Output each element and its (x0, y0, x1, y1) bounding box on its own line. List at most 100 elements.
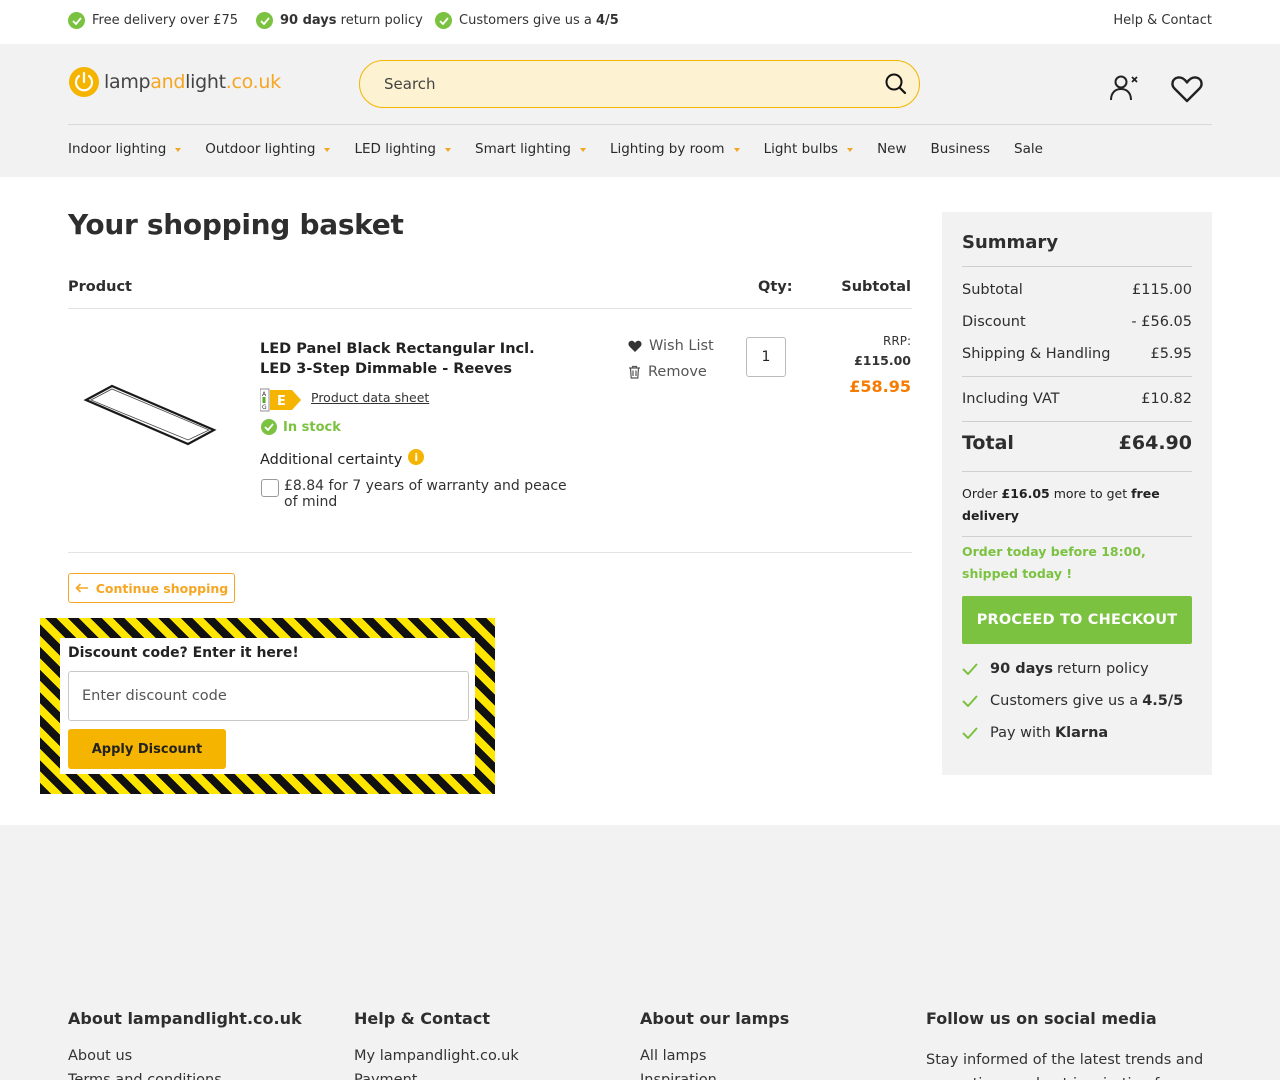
rrp-price: £115.00 (854, 353, 911, 368)
summary-title: Summary (962, 232, 1059, 253)
arrow-left-icon (75, 583, 88, 593)
summary-discount: Discount - £56.05 (962, 314, 1192, 330)
summary-divider (962, 266, 1192, 267)
footer-link-inspiration[interactable]: Inspiration (640, 1072, 717, 1080)
footer-link-about-us[interactable]: About us (68, 1048, 132, 1064)
nav-item-business[interactable]: Business (931, 141, 991, 157)
footer-social-text: Stay informed of the latest trends and p… (926, 1052, 1211, 1080)
help-contact-link[interactable]: Help & Contact (1113, 13, 1212, 28)
product-datasheet-link[interactable]: Product data sheet (311, 390, 429, 405)
chevron-down-icon (324, 148, 331, 152)
footer-col-social-title: Follow us on social media (926, 1009, 1157, 1028)
summary-divider (962, 376, 1192, 377)
logo[interactable]: lampandlight.co.uk (68, 66, 281, 98)
shipping-cutoff-note: Order today before 18:00, shipped today … (962, 544, 1146, 581)
nav-item-new[interactable]: New (877, 141, 906, 157)
header-divider (68, 124, 1212, 125)
main-nav: Indoor lighting Outdoor lighting LED lig… (68, 141, 1067, 157)
logo-power-icon (69, 67, 99, 97)
check-icon (962, 663, 978, 675)
summary-vat: Including VAT £10.82 (962, 391, 1192, 407)
stock-status: In stock (261, 419, 341, 435)
check-icon (261, 419, 277, 435)
usp-returns: 90 days return policy (256, 12, 423, 29)
footer-link-payment[interactable]: Payment (354, 1072, 417, 1080)
perk-klarna: Pay with Klarna (962, 725, 1112, 741)
trash-icon (629, 365, 640, 379)
search-button[interactable] (883, 72, 909, 98)
wishlist-button[interactable] (1170, 74, 1204, 104)
search-bar (359, 60, 920, 108)
usp-rating: Customers give us a 4/5 (435, 12, 619, 29)
check-icon (962, 727, 978, 739)
remove-link[interactable]: Remove (628, 364, 707, 380)
site-header: lampandlight.co.uk Indoor lighting Outdo… (0, 44, 1280, 177)
continue-shopping-button[interactable]: Continue shopping (68, 573, 235, 603)
discount-code-input[interactable] (68, 671, 469, 721)
summary-divider (962, 536, 1192, 537)
table-divider (68, 308, 912, 309)
heart-icon (628, 340, 642, 352)
page-title: Your shopping basket (68, 208, 404, 241)
footer-col-help-title: Help & Contact (354, 1009, 490, 1028)
chevron-down-icon (733, 148, 740, 152)
site-footer (0, 825, 1280, 1080)
search-input[interactable] (384, 73, 864, 95)
footer-col-about-title: About lampandlight.co.uk (68, 1009, 302, 1028)
summary-shipping: Shipping & Handling £5.95 (962, 346, 1192, 362)
discount-label: Discount code? Enter it here! (68, 645, 299, 661)
nav-item-sale[interactable]: Sale (1014, 141, 1043, 157)
chevron-down-icon (579, 148, 586, 152)
col-header-subtotal: Subtotal (841, 279, 911, 295)
rrp-label: RRP: (883, 334, 911, 348)
footer-link-all-lamps[interactable]: All lamps (640, 1048, 706, 1064)
item-price: £58.95 (849, 377, 911, 396)
warranty-label[interactable]: £8.84 for 7 years of warranty and peace … (284, 478, 574, 510)
summary-divider (962, 421, 1192, 422)
chevron-down-icon (847, 148, 854, 152)
nav-item-bulbs[interactable]: Light bulbs (764, 141, 854, 157)
logo-text: lampandlight.co.uk (104, 71, 281, 93)
account-button[interactable] (1108, 72, 1140, 104)
warranty-checkbox[interactable] (261, 479, 279, 497)
perk-rating: Customers give us a 4.5/5 (962, 693, 1187, 709)
perk-returns: 90 days return policy (962, 661, 1149, 677)
summary-subtotal: Subtotal £115.00 (962, 282, 1192, 298)
col-header-product: Product (68, 279, 132, 295)
chevron-down-icon (175, 148, 182, 152)
energy-label-icon[interactable]: A G E (259, 388, 302, 412)
free-delivery-note: Order £16.05 more to get free delivery (962, 486, 1160, 523)
wishlist-link[interactable]: Wish List (628, 338, 714, 354)
svg-text:E: E (277, 394, 286, 409)
footer-link-terms[interactable]: Terms and conditions (68, 1072, 222, 1080)
check-icon (435, 12, 452, 29)
footer-link-my-account[interactable]: My lampandlight.co.uk (354, 1048, 519, 1064)
additional-certainty: Additional certainty i (260, 449, 425, 468)
col-header-qty: Qty: (758, 279, 793, 295)
summary-total: Total £64.90 (962, 432, 1192, 454)
nav-item-outdoor[interactable]: Outdoor lighting (205, 141, 331, 157)
check-icon (962, 695, 978, 707)
search-icon (885, 73, 907, 95)
nav-item-smart[interactable]: Smart lighting (475, 141, 586, 157)
chevron-down-icon (445, 148, 452, 152)
product-name[interactable]: LED Panel Black Rectangular Incl. LED 3-… (260, 339, 570, 379)
row-divider (68, 552, 912, 553)
apply-discount-button[interactable]: Apply Discount (68, 729, 226, 769)
nav-item-by-room[interactable]: Lighting by room (610, 141, 740, 157)
nav-item-indoor[interactable]: Indoor lighting (68, 141, 182, 157)
quantity-input[interactable] (746, 337, 786, 377)
info-icon[interactable]: i (408, 449, 425, 465)
footer-col-lamps-title: About our lamps (640, 1009, 790, 1028)
summary-divider (962, 471, 1192, 472)
svg-text:G: G (262, 404, 267, 411)
product-image[interactable] (82, 378, 222, 450)
usp-bar: Free delivery over £75 90 days return po… (0, 0, 1280, 44)
check-icon (256, 12, 273, 29)
nav-item-led[interactable]: LED lighting (354, 141, 452, 157)
user-icon (1110, 75, 1138, 101)
check-icon (68, 12, 85, 29)
usp-delivery: Free delivery over £75 (68, 12, 238, 29)
proceed-to-checkout-button[interactable]: PROCEED TO CHECKOUT (962, 596, 1192, 644)
heart-icon (1171, 76, 1203, 103)
